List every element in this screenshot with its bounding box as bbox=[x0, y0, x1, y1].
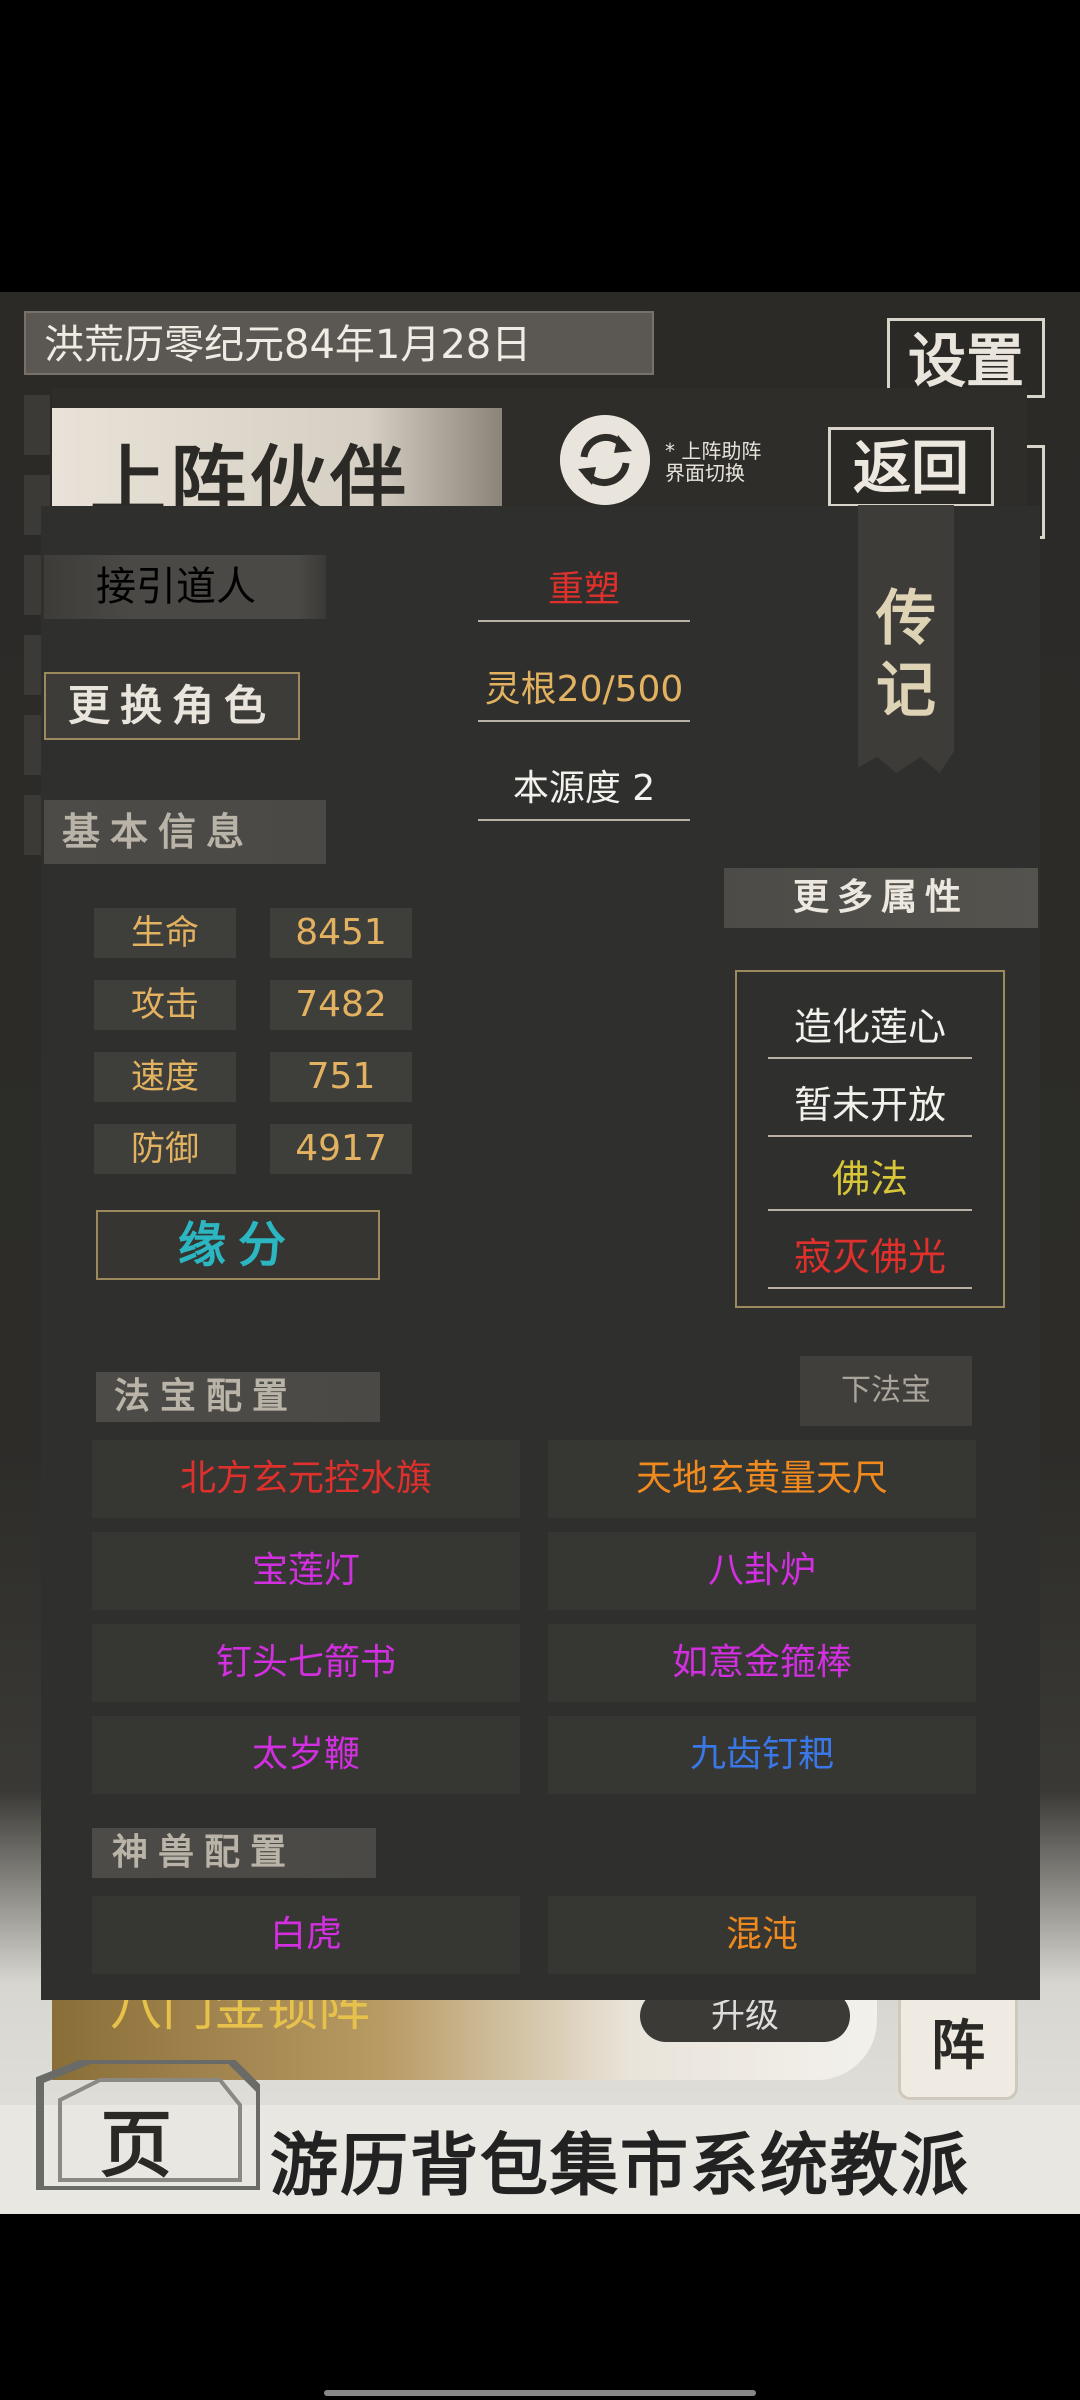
stat-label: 防御 bbox=[94, 1124, 236, 1174]
beast-config-label: 神兽配置 bbox=[92, 1828, 376, 1878]
attribute-item[interactable]: 造化莲心 bbox=[768, 996, 972, 1059]
stat-label: 攻击 bbox=[94, 980, 236, 1030]
treasure-slot[interactable]: 如意金箍棒 bbox=[548, 1624, 976, 1702]
svg-text:页: 页 bbox=[100, 2102, 172, 2187]
attribute-item[interactable]: 佛法 bbox=[768, 1148, 972, 1211]
treasure-slot[interactable]: 九齿钉耙 bbox=[548, 1716, 976, 1794]
bottom-frame-decoration: 页 bbox=[36, 2060, 260, 2190]
treasure-config-label: 法宝配置 bbox=[96, 1372, 380, 1422]
treasure-slot[interactable]: 太岁鞭 bbox=[92, 1716, 520, 1794]
swap-note: * 上阵助阵界面切换 bbox=[665, 439, 762, 485]
swap-icon[interactable] bbox=[560, 415, 650, 505]
unequip-treasure-button[interactable]: 下法宝 bbox=[800, 1356, 972, 1426]
treasure-slot[interactable]: 北方玄元控水旗 bbox=[92, 1440, 520, 1518]
treasure-slot[interactable]: 天地玄黄量天尺 bbox=[548, 1440, 976, 1518]
treasure-slot[interactable]: 钉头七箭书 bbox=[92, 1624, 520, 1702]
origin-degree-value: 本源度 2 bbox=[478, 759, 690, 821]
beast-slot[interactable]: 混沌 bbox=[548, 1896, 976, 1974]
more-attributes-label: 更多属性 bbox=[724, 868, 1038, 928]
stat-value: 7482 bbox=[270, 980, 412, 1030]
treasure-slot[interactable]: 八卦炉 bbox=[548, 1532, 976, 1610]
biography-button[interactable]: 传记 bbox=[858, 505, 954, 773]
settings-button[interactable]: 设置 bbox=[887, 318, 1045, 398]
stat-label: 生命 bbox=[94, 908, 236, 958]
change-role-button[interactable]: 更换角色 bbox=[44, 672, 300, 740]
bottom-nav-bar[interactable]: 游历背包集市系统教派 bbox=[270, 2110, 970, 2209]
date-display: 洪荒历零纪元84年1月28日 bbox=[24, 311, 654, 375]
character-name: 接引道人 bbox=[44, 555, 326, 619]
beast-slot[interactable]: 白虎 bbox=[92, 1896, 520, 1974]
treasure-slot[interactable]: 宝莲灯 bbox=[92, 1532, 520, 1610]
stat-value: 751 bbox=[270, 1052, 412, 1102]
spirit-root-value: 灵根20/500 bbox=[478, 660, 690, 722]
formation-button[interactable]: 阵 bbox=[898, 1990, 1018, 2100]
reshape-button[interactable]: 重塑 bbox=[478, 560, 690, 622]
stat-value: 4917 bbox=[270, 1124, 412, 1174]
stat-label: 速度 bbox=[94, 1052, 236, 1102]
basic-info-label: 基本信息 bbox=[44, 800, 326, 864]
attribute-item[interactable]: 寂灭佛光 bbox=[768, 1226, 972, 1289]
gesture-bar bbox=[324, 2390, 756, 2396]
stat-value: 8451 bbox=[270, 908, 412, 958]
attribute-item[interactable]: 暂未开放 bbox=[768, 1074, 972, 1137]
back-button[interactable]: 返回 bbox=[828, 427, 994, 507]
fate-button[interactable]: 缘分 bbox=[96, 1210, 380, 1280]
